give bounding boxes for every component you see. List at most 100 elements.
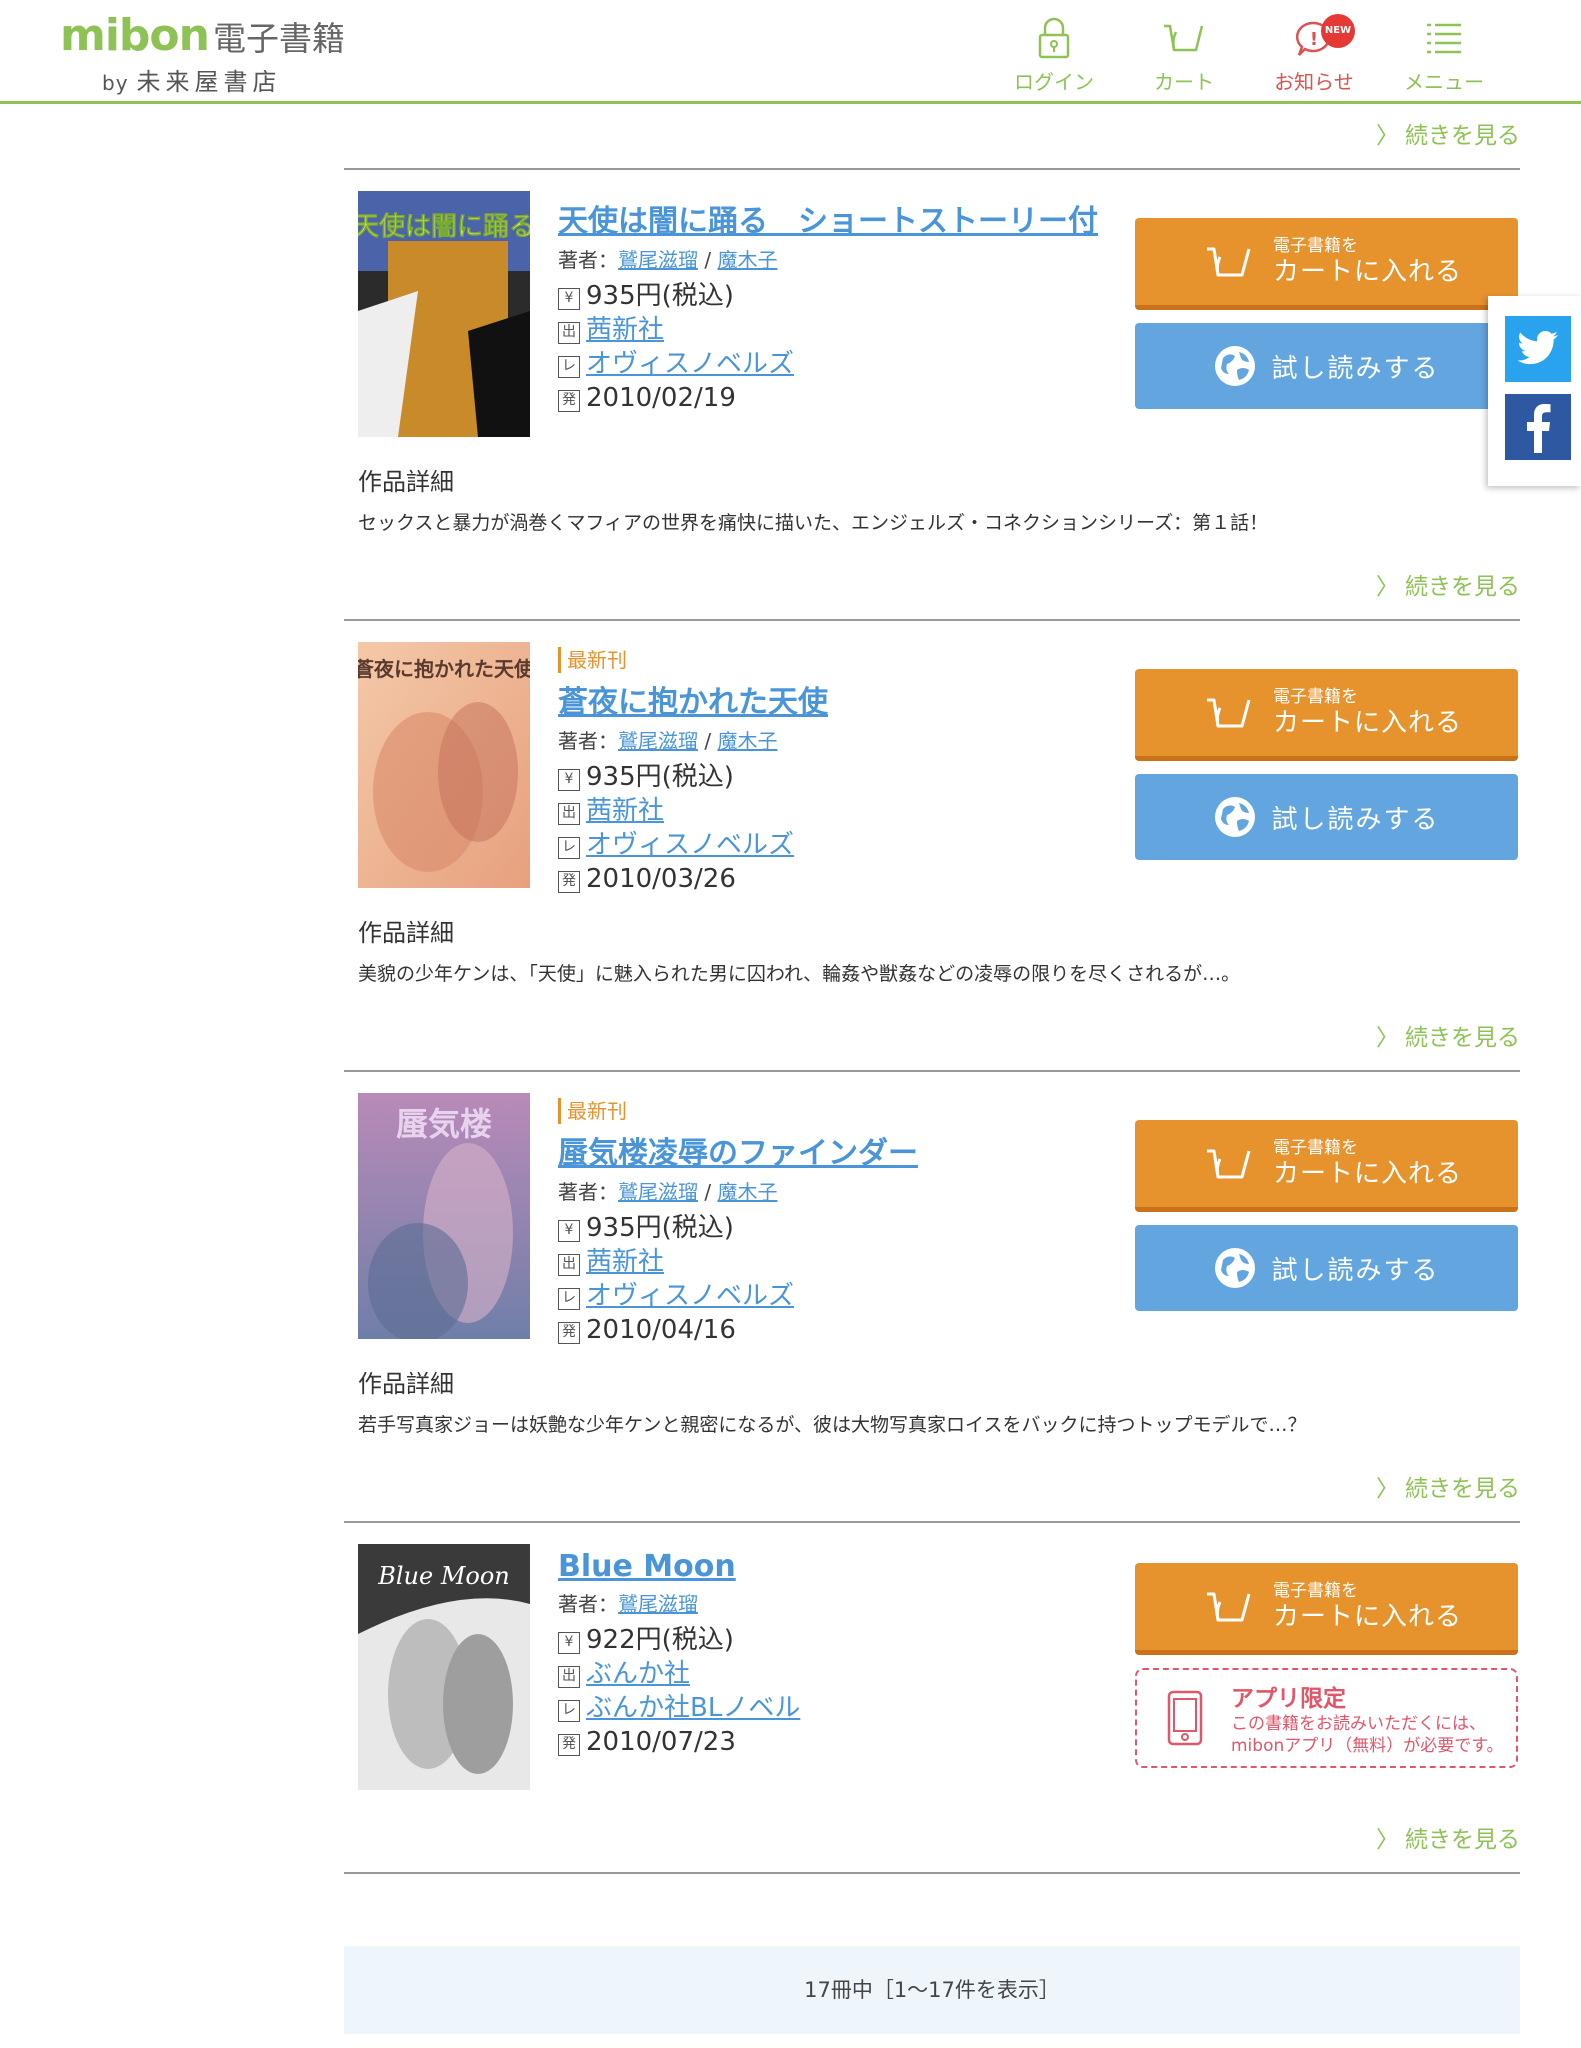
new-release-badge: 最新刊 [558, 1098, 1158, 1124]
facebook-share-button[interactable] [1505, 394, 1571, 460]
label-mark-icon: レ [558, 356, 580, 378]
cart-button-label: カートに入れる [1273, 1601, 1463, 1632]
price-mark-icon: ¥ [558, 769, 580, 791]
author-link[interactable]: 魔木子 [717, 248, 777, 272]
logo-by-text: by [102, 71, 129, 95]
more-link[interactable]: 〉続きを見る [344, 1808, 1520, 1872]
app-only-notice: アプリ限定 この書籍をお読みいただくには、 mibonアプリ（無料）が必要です。 [1135, 1668, 1518, 1768]
nav-menu[interactable]: メニュー [1379, 14, 1509, 95]
book-actions: 電子書籍を カートに入れる 試し読みする [1135, 218, 1518, 409]
nav-login-label: ログイン [1014, 70, 1094, 94]
book-info: 最新刊 蒼夜に抱かれた天使 著者：鷲尾滋瑠 / 魔木子 ¥935円(税込) 出茜… [558, 647, 1158, 896]
book-price: ¥922円(税込) [558, 1623, 1158, 1657]
cart-icon [1207, 1592, 1251, 1621]
book-publisher: 出茜新社 [558, 1245, 1158, 1279]
publisher-link[interactable]: 茜新社 [586, 796, 664, 826]
more-link[interactable]: 〉続きを見る [344, 1457, 1520, 1521]
label-mark-icon: レ [558, 1288, 580, 1310]
date-value: 2010/04/16 [586, 1315, 736, 1345]
social-share-panel [1488, 296, 1581, 486]
label-link[interactable]: オヴィスノベルズ [586, 1281, 794, 1311]
cart-button-small: 電子書籍を [1273, 686, 1358, 707]
cover-image: 天使は闇に踊る [358, 191, 530, 437]
logo-ebook: 電子書籍 [212, 19, 345, 58]
cover-title: 蜃気楼 [396, 1105, 492, 1143]
book-title[interactable]: Blue Moon [558, 1549, 1158, 1584]
cart-button-small: 電子書籍を [1273, 1580, 1358, 1601]
nav-notice[interactable]: ! NEW お知らせ [1249, 14, 1379, 95]
author-link[interactable]: 鷲尾滋瑠 [618, 729, 698, 753]
author-prefix: 著者： [558, 1180, 618, 1204]
publisher-mark-icon: 出 [558, 803, 580, 825]
trial-read-button[interactable]: 試し読みする [1135, 1225, 1518, 1311]
book-authors: 著者：鷲尾滋瑠 / 魔木子 [558, 1180, 778, 1204]
cart-icon [1207, 247, 1251, 276]
book-actions: 電子書籍を カートに入れる アプリ限定 この書籍をお読みいただくには、 mibon… [1135, 1563, 1518, 1768]
price-mark-icon: ¥ [558, 1632, 580, 1654]
book-title[interactable]: 天使は闇に踊る ショートストーリー付 [558, 196, 1158, 240]
publisher-link[interactable]: 茜新社 [586, 315, 664, 345]
cart-icon [1164, 24, 1204, 52]
nav-login[interactable]: ログイン [989, 14, 1119, 95]
more-link[interactable]: 〉続きを見る [344, 555, 1520, 619]
author-prefix: 著者： [558, 248, 618, 272]
trial-read-button[interactable]: 試し読みする [1135, 323, 1518, 409]
book-date: 発 2010/02/19 [558, 381, 1158, 415]
book-list: 〉続きを見る 天使は闇に踊る 天使は闇に踊る ショートストーリー付 著者：鷲尾滋… [344, 104, 1520, 1874]
book-title[interactable]: 蒼夜に抱かれた天使 [558, 677, 1158, 721]
trial-read-button[interactable]: 試し読みする [1135, 774, 1518, 860]
author-link[interactable]: 鷲尾滋瑠 [618, 248, 698, 272]
cart-icon [1207, 698, 1251, 727]
author-link[interactable]: 魔木子 [717, 729, 777, 753]
add-to-cart-button[interactable]: 電子書籍を カートに入れる [1135, 218, 1518, 310]
author-link[interactable]: 鷲尾滋瑠 [618, 1592, 698, 1616]
book-cover[interactable]: 蜃気楼 [358, 1093, 530, 1339]
label-link[interactable]: オヴィスノベルズ [586, 830, 794, 860]
book-cover[interactable]: Blue Moon [358, 1544, 530, 1790]
author-link[interactable]: 魔木子 [717, 1180, 777, 1204]
cart-button-label: カートに入れる [1273, 256, 1463, 287]
price-value: 935円(税込) [586, 1213, 734, 1243]
book-label: レオヴィスノベルズ [558, 828, 1158, 862]
date-value: 2010/02/19 [586, 383, 736, 413]
book-label: レオヴィスノベルズ [558, 347, 1158, 381]
book-item: 蒼夜に抱かれた天使 最新刊 蒼夜に抱かれた天使 著者：鷲尾滋瑠 / 魔木子 ¥9… [344, 621, 1520, 1006]
cart-button-label: カートに入れる [1273, 707, 1463, 738]
more-link[interactable]: 〉続きを見る [344, 104, 1520, 168]
nav-cart[interactable]: カート [1119, 14, 1249, 95]
detail-heading: 作品詳細 [358, 468, 454, 496]
facebook-icon [1527, 404, 1551, 453]
date-value: 2010/07/23 [586, 1727, 736, 1757]
add-to-cart-button[interactable]: 電子書籍を カートに入れる [1135, 669, 1518, 761]
book-title[interactable]: 蜃気楼凌辱のファインダー [558, 1128, 1158, 1172]
publisher-link[interactable]: ぶんか社 [586, 1659, 690, 1689]
add-to-cart-button[interactable]: 電子書籍を カートに入れる [1135, 1563, 1518, 1655]
author-link[interactable]: 鷲尾滋瑠 [618, 1180, 698, 1204]
book-authors: 著者：鷲尾滋瑠 [558, 1588, 1158, 1617]
book-info: Blue Moon 著者：鷲尾滋瑠 ¥922円(税込) 出ぶんか社 レぶんか社B… [558, 1549, 1158, 1759]
svg-text:!: ! [1310, 29, 1318, 50]
book-publisher: 出ぶんか社 [558, 1657, 1158, 1691]
logo-byline: by 未来屋書店 [102, 62, 282, 97]
more-link-label: 続きを見る [1405, 1827, 1520, 1853]
menu-icon [1427, 23, 1461, 54]
site-logo[interactable]: mibon 電子書籍 [60, 10, 345, 61]
cart-button-small: 電子書籍を [1273, 235, 1358, 256]
add-to-cart-button[interactable]: 電子書籍を カートに入れる [1135, 1120, 1518, 1212]
twitter-share-button[interactable] [1505, 316, 1571, 382]
divider [344, 1872, 1520, 1874]
more-link[interactable]: 〉続きを見る [344, 1006, 1520, 1070]
label-link[interactable]: オヴィスノベルズ [586, 349, 794, 379]
book-actions: 電子書籍を カートに入れる 試し読みする [1135, 1120, 1518, 1311]
publisher-link[interactable]: 茜新社 [586, 1247, 664, 1277]
book-actions: 電子書籍を カートに入れる 試し読みする [1135, 669, 1518, 860]
price-mark-icon: ¥ [558, 1220, 580, 1242]
app-only-desc-1: この書籍をお読みいただくには、 [1231, 1714, 1486, 1734]
book-cover[interactable]: 蒼夜に抱かれた天使 [358, 642, 530, 888]
label-link[interactable]: ぶんか社BLノベル [586, 1693, 800, 1723]
new-badge: NEW [1321, 14, 1355, 48]
twitter-icon [1517, 331, 1558, 365]
book-cover[interactable]: 天使は闇に踊る [358, 191, 530, 437]
book-publisher: 出茜新社 [558, 794, 1158, 828]
cover-title: 蒼夜に抱かれた天使 [358, 657, 530, 681]
